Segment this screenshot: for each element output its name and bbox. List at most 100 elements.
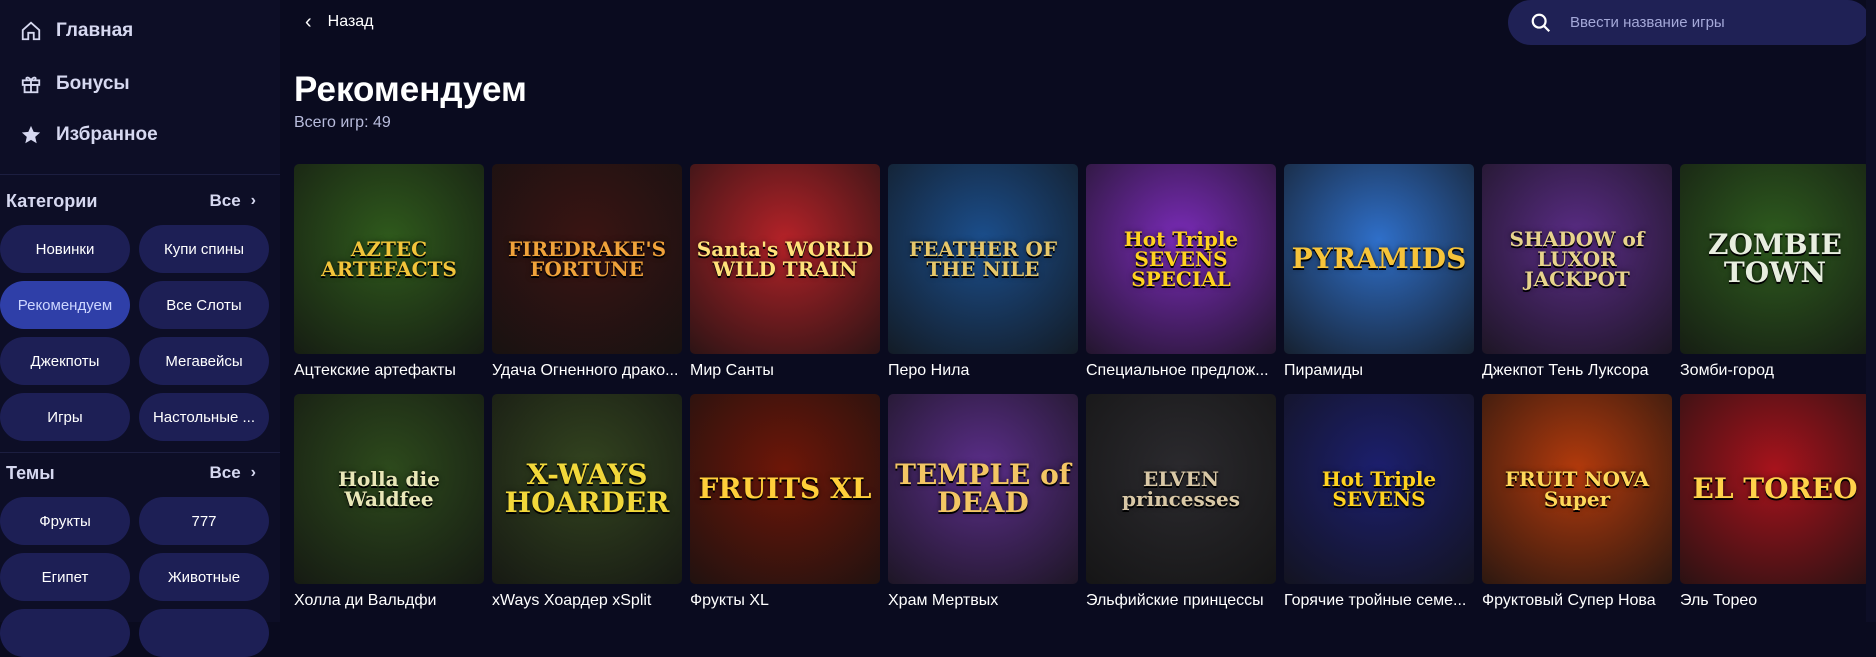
game-thumbnail[interactable]: PYRAMIDS <box>1284 164 1474 354</box>
game-thumbnail[interactable]: FIREDRAKE'S FORTUNE <box>492 164 682 354</box>
game-card[interactable]: FRUIT NOVA Super Фруктовый Супер Нова <box>1482 394 1672 610</box>
category-pill-recommended[interactable]: Рекомендуем <box>0 281 130 329</box>
game-card[interactable]: Hot Triple SEVENS Горячие тройные семе... <box>1284 394 1474 610</box>
gift-icon <box>20 73 42 95</box>
categories-header: Категории Все › <box>6 188 256 214</box>
game-card[interactable]: AZTEC ARTEFACTS Ацтекские артефакты <box>294 164 484 380</box>
game-thumbnail[interactable]: TEMPLE of DEAD <box>888 394 1078 584</box>
game-card[interactable]: X-WAYS HOARDER xWays Хоардер xSplit <box>492 394 682 610</box>
game-title: Пирамиды <box>1284 362 1364 379</box>
game-thumbnail[interactable]: AZTEC ARTEFACTS <box>294 164 484 354</box>
game-logo: Santa's WORLD WILD TRAIN <box>696 237 874 281</box>
nav-home[interactable]: Главная <box>20 16 133 46</box>
themes-title: Темы <box>6 462 55 483</box>
category-pill-table[interactable]: Настольные ... <box>139 393 269 441</box>
game-card[interactable]: FEATHER OF THE NILE Перо Нила <box>888 164 1078 380</box>
theme-pill-more[interactable] <box>0 609 130 657</box>
games-count: Всего игр: 49 <box>294 114 391 131</box>
game-logo: Hot Triple SEVENS SPECIAL <box>1123 227 1239 291</box>
game-card[interactable]: SHADOW of LUXOR JACKPOT Джекпот Тень Лукс… <box>1482 164 1672 380</box>
themes-all-label: Все <box>209 463 241 482</box>
star-icon <box>20 124 42 146</box>
game-card[interactable]: PYRAMIDS Пирамиды <box>1284 164 1474 380</box>
game-thumbnail[interactable]: FRUITS XL <box>690 394 880 584</box>
search-box[interactable] <box>1508 0 1870 45</box>
game-logo: FRUIT NOVA Super <box>1504 467 1650 511</box>
game-thumbnail[interactable]: ZOMBIE TOWN <box>1680 164 1870 354</box>
game-title: Эль Тореo <box>1680 592 1758 609</box>
sidebar-divider <box>0 452 280 453</box>
game-thumbnail[interactable]: ELVEN princesses <box>1086 394 1276 584</box>
home-icon <box>20 20 42 42</box>
category-pill-all-slots[interactable]: Все Слоты <box>139 281 269 329</box>
game-card[interactable]: ZOMBIE TOWN Зомби-город <box>1680 164 1870 380</box>
chevron-right-icon: › <box>250 464 256 481</box>
game-card[interactable]: FRUITS XL Фрукты XL <box>690 394 880 610</box>
category-pill-new[interactable]: Новинки <box>0 225 130 273</box>
search-input[interactable] <box>1568 13 1852 32</box>
theme-pill-more[interactable] <box>139 609 269 657</box>
category-pill-megaways[interactable]: Мегавейсы <box>139 337 269 385</box>
category-pill-jackpots[interactable]: Джекпоты <box>0 337 130 385</box>
back-button[interactable]: ‹ Назад <box>305 8 374 36</box>
categories-all-link[interactable]: Все › <box>209 191 256 211</box>
game-logo: X-WAYS HOARDER <box>504 458 670 519</box>
theme-pill-egypt[interactable]: Египет <box>0 553 130 601</box>
theme-pill-fruits[interactable]: Фрукты <box>0 497 130 545</box>
game-logo: Hot Triple SEVENS <box>1321 467 1437 511</box>
categories-all-label: Все <box>209 191 241 210</box>
game-title: xWays Хоардер xSplit <box>492 592 652 609</box>
game-card[interactable]: Hot Triple SEVENS SPECIAL Специальное пре… <box>1086 164 1276 380</box>
category-pill-buy-spins[interactable]: Купи спины <box>139 225 269 273</box>
game-card[interactable]: TEMPLE of DEAD Храм Мертвых <box>888 394 1078 610</box>
page-title: Рекомендуем <box>294 70 527 109</box>
game-logo: TEMPLE of DEAD <box>895 458 1071 519</box>
game-card[interactable]: ELVEN princesses Эльфийские принцессы <box>1086 394 1276 610</box>
sidebar-divider <box>0 174 280 175</box>
game-thumbnail[interactable]: Hot Triple SEVENS SPECIAL <box>1086 164 1276 354</box>
game-title: Фрукты XL <box>690 592 769 609</box>
game-title: Мир Санты <box>690 362 774 379</box>
game-thumbnail[interactable]: Holla die Waldfee <box>294 394 484 584</box>
game-card[interactable]: Santa's WORLD WILD TRAIN Мир Санты <box>690 164 880 380</box>
game-thumbnail[interactable]: X-WAYS HOARDER <box>492 394 682 584</box>
theme-pill-animals[interactable]: Животные <box>139 553 269 601</box>
game-thumbnail[interactable]: EL TOREO <box>1680 394 1870 584</box>
search-icon <box>1531 13 1551 32</box>
game-card[interactable]: FIREDRAKE'S FORTUNE Удача Огненного драко… <box>492 164 682 380</box>
game-title: Зомби-город <box>1680 362 1774 379</box>
category-pill-games[interactable]: Игры <box>0 393 130 441</box>
game-logo: ZOMBIE TOWN <box>1708 228 1842 289</box>
nav-favorites[interactable]: Избранное <box>20 120 158 150</box>
game-title: Удача Огненного драко... <box>492 362 679 379</box>
scrollbar[interactable] <box>1866 0 1876 622</box>
game-title: Ацтекские артефакты <box>294 362 456 379</box>
game-title: Специальное предлож... <box>1086 362 1269 379</box>
game-title: Джекпот Тень Луксора <box>1482 362 1649 379</box>
game-thumbnail[interactable]: FEATHER OF THE NILE <box>888 164 1078 354</box>
game-thumbnail[interactable]: Hot Triple SEVENS <box>1284 394 1474 584</box>
game-logo: FRUITS XL <box>698 472 872 505</box>
nav-home-label: Главная <box>56 20 134 41</box>
chevron-right-icon: › <box>250 192 256 209</box>
game-logo: AZTEC ARTEFACTS <box>321 237 457 281</box>
categories-title: Категории <box>6 190 98 211</box>
game-thumbnail[interactable]: FRUIT NOVA Super <box>1482 394 1672 584</box>
game-logo: FEATHER OF THE NILE <box>908 237 1058 281</box>
game-title: Холла ди Вальдфи <box>294 592 437 609</box>
game-title: Эльфийские принцессы <box>1086 592 1264 609</box>
themes-all-link[interactable]: Все › <box>209 463 256 483</box>
game-title: Фруктовый Супер Нова <box>1482 592 1656 609</box>
game-card[interactable]: Holla die Waldfee Холла ди Вальдфи <box>294 394 484 610</box>
game-logo: SHADOW of LUXOR JACKPOT <box>1509 227 1645 291</box>
game-logo: EL TOREO <box>1692 472 1858 505</box>
game-card[interactable]: EL TOREO Эль Тореo <box>1680 394 1870 610</box>
game-title: Храм Мертвых <box>888 592 999 609</box>
game-thumbnail[interactable]: SHADOW of LUXOR JACKPOT <box>1482 164 1672 354</box>
nav-favorites-label: Избранное <box>56 124 158 145</box>
theme-pill-777[interactable]: 777 <box>139 497 269 545</box>
game-thumbnail[interactable]: Santa's WORLD WILD TRAIN <box>690 164 880 354</box>
nav-bonuses[interactable]: Бонусы <box>20 69 130 99</box>
themes-header: Темы Все › <box>6 460 256 486</box>
game-logo: PYRAMIDS <box>1291 242 1467 275</box>
